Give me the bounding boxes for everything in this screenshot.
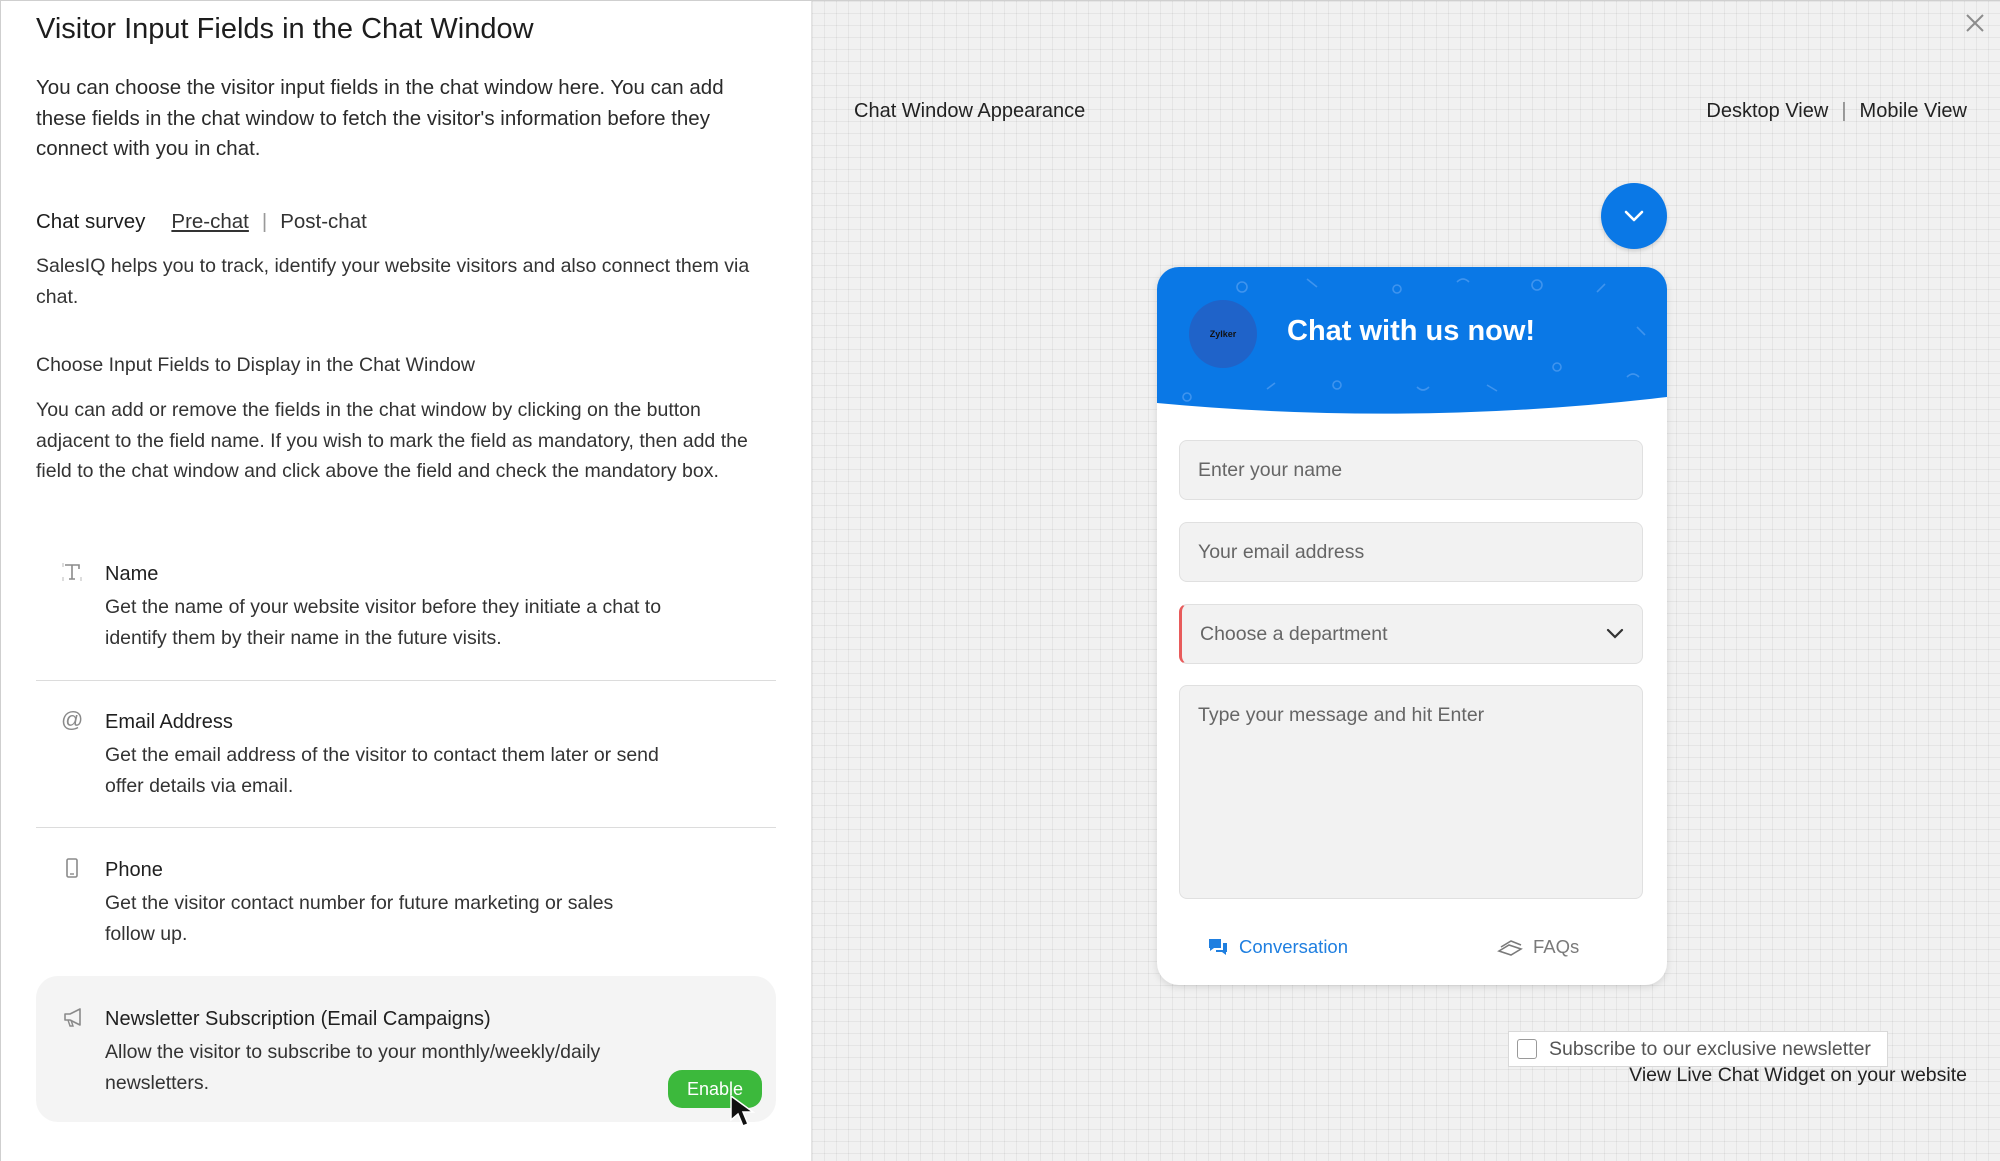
input-fields-panel: Visitor Input Fields in the Chat Window … [1,1,811,1161]
chat-window-preview: Zylker Chat with us now! Enter your name… [1157,267,1667,985]
tab-faqs[interactable]: FAQs [1497,936,1579,958]
choose-fields-description: You can add or remove the fields in the … [36,399,748,482]
text-field-icon [61,561,83,583]
newsletter-checkbox[interactable] [1517,1039,1537,1059]
field-item-phone[interactable]: Phone Get the visitor contact number for… [36,847,776,977]
tab-conversation-label: Conversation [1239,936,1349,957]
intro-text: You can choose the visitor input fields … [36,76,724,160]
chat-survey-tabs: Chat survey Pre-chat | Post-chat [36,207,367,237]
field-description: Allow the visitor to subscribe to your m… [105,1041,601,1094]
tab-separator: | [261,210,268,233]
chevron-down-icon [1624,210,1644,222]
email-placeholder: Your email address [1198,540,1365,563]
mobile-view-link[interactable]: Mobile View [1860,100,1967,123]
megaphone-icon [63,1006,85,1028]
field-item-email[interactable]: @ Email Address Get the email address of… [36,699,776,829]
tab-conversation[interactable]: Conversation [1207,936,1348,958]
divider [36,827,776,828]
chevron-down-icon [1606,628,1624,639]
avatar: Zylker [1189,300,1257,368]
at-sign-icon: @ [61,707,84,732]
brand-logo: Zylker [1209,329,1237,339]
mouse-pointer-icon [730,1094,756,1127]
message-placeholder: Type your message and hit Enter [1198,704,1485,726]
tab-pre-chat[interactable]: Pre-chat [171,210,248,234]
close-icon[interactable] [1961,11,1989,39]
field-description: Get the visitor contact number for futur… [105,892,614,945]
newsletter-checkbox-row[interactable]: Subscribe to our exclusive newsletter [1508,1031,1888,1067]
minimize-chat-button[interactable] [1601,183,1667,249]
divider [36,680,776,681]
tab-faqs-label: FAQs [1533,936,1580,957]
salesiq-description: SalesIQ helps you to track, identify you… [36,255,750,308]
department-placeholder: Choose a department [1200,622,1388,645]
book-icon [1497,940,1523,956]
field-name-label: Newsletter Subscription (Email Campaigns… [105,1008,491,1030]
name-field[interactable]: Enter your name [1179,440,1643,500]
newsletter-checkbox-label: Subscribe to our exclusive newsletter [1549,1037,1871,1060]
page-title: Visitor Input Fields in the Chat Window [36,13,534,45]
chat-title: Chat with us now! [1287,315,1536,347]
phone-icon [61,857,83,879]
field-item-newsletter[interactable]: Newsletter Subscription (Email Campaigns… [36,976,776,1122]
desktop-view-link[interactable]: Desktop View [1706,100,1828,123]
field-name-label: Phone [105,859,163,881]
chat-bubble-icon [1209,939,1227,955]
view-toggle: Desktop View | Mobile View [1706,100,1967,123]
chat-header: Zylker Chat with us now! [1157,267,1667,419]
tab-post-chat[interactable]: Post-chat [280,210,367,234]
settings-dialog: Visitor Input Fields in the Chat Window … [0,0,2000,1161]
choose-fields-heading: Choose Input Fields to Display in the Ch… [36,354,475,376]
department-select[interactable]: Choose a department [1179,604,1643,664]
field-description: Get the name of your website visitor bef… [105,596,662,649]
name-placeholder: Enter your name [1198,458,1343,481]
view-live-widget-link[interactable]: View Live Chat Widget on your website [1629,1064,1967,1087]
field-item-name[interactable]: Name Get the name of your website visito… [36,551,776,681]
field-description: Get the email address of the visitor to … [105,744,659,797]
view-separator: | [1841,100,1847,122]
field-name-label: Name [105,563,159,585]
appearance-title: Chat Window Appearance [854,100,1086,122]
email-field[interactable]: Your email address [1179,522,1643,582]
field-name-label: Email Address [105,711,233,733]
chat-survey-label: Chat survey [36,210,146,233]
message-textarea[interactable]: Type your message and hit Enter [1179,685,1643,899]
chat-tabs: Conversation FAQs [1157,927,1667,967]
